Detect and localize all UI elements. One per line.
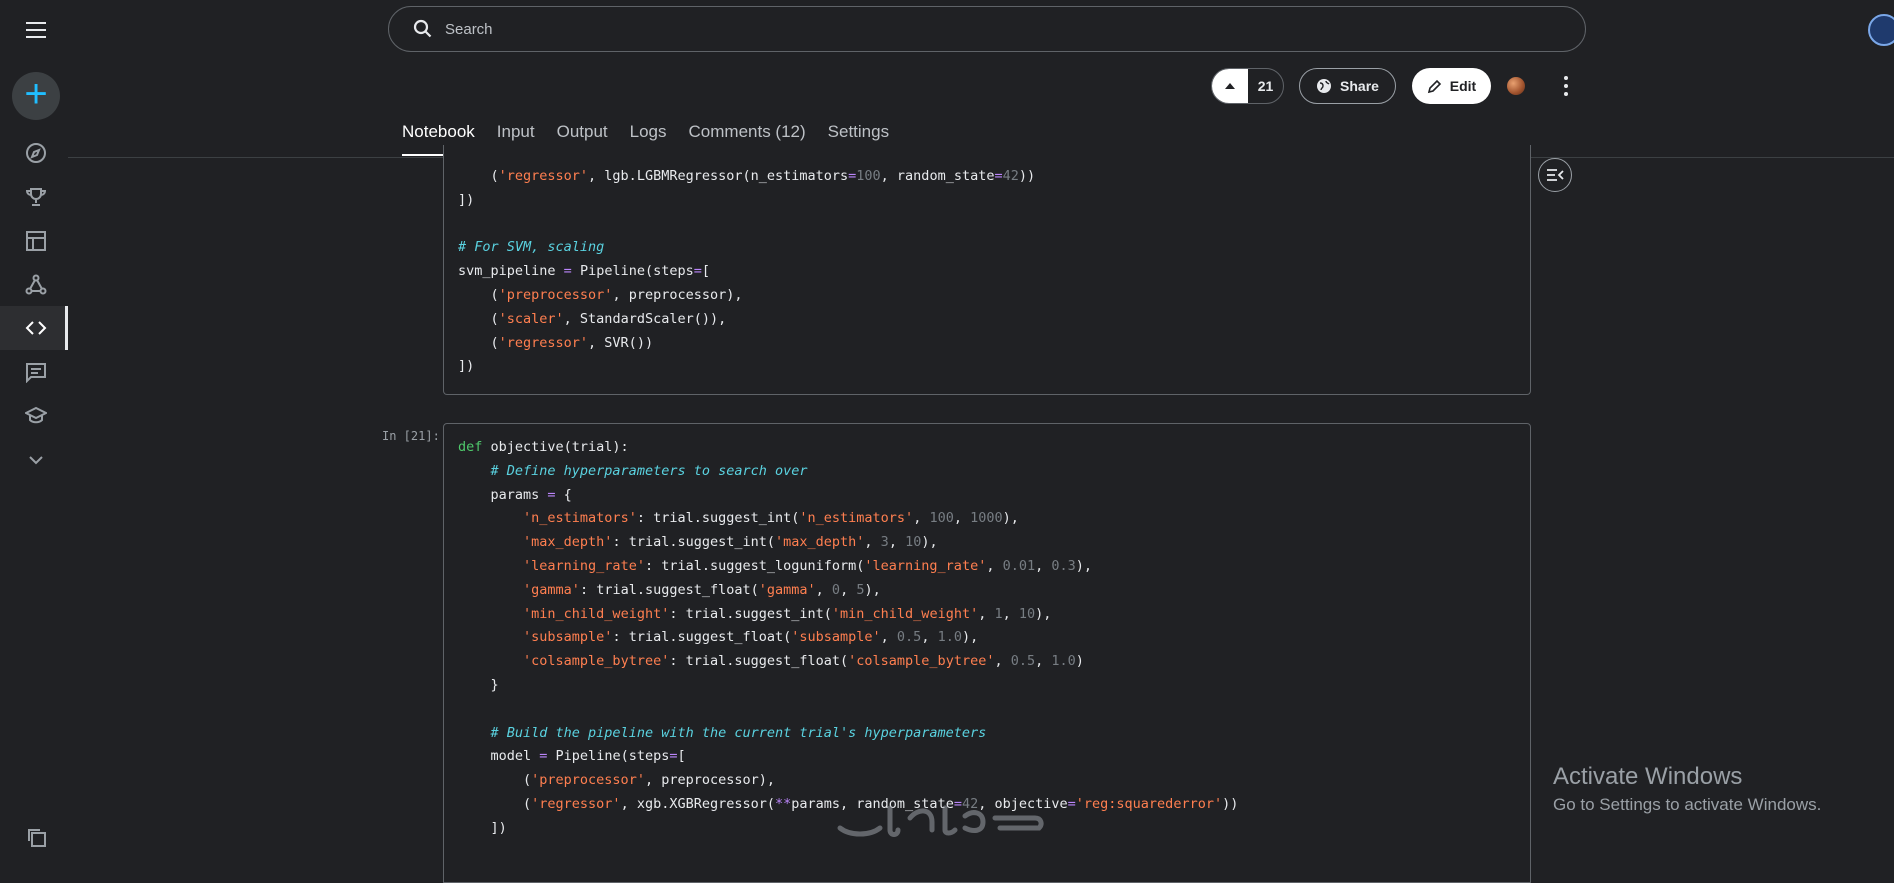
discussion-icon[interactable] [20, 356, 52, 388]
code-line: ('preprocessor', preprocessor), [458, 286, 743, 303]
code-cell[interactable]: ('regressor', lgb.LGBMRegressor(n_estima… [443, 145, 1531, 395]
search-bar[interactable]: Search [388, 6, 1586, 52]
user-avatar[interactable] [1868, 14, 1894, 46]
compass-icon[interactable] [20, 137, 52, 169]
left-sidebar: + [0, 0, 68, 859]
table-of-contents-button[interactable] [1538, 158, 1572, 192]
code-line: ('scaler', StandardScaler()), [458, 310, 727, 327]
watermark-title: Activate Windows [1553, 763, 1743, 790]
code-comment: # For SVM, scaling [458, 239, 605, 256]
code-line: svm_pipeline = Pipeline(steps=[ [458, 263, 711, 280]
code-block: def objective(trial): # Define hyperpara… [458, 439, 1239, 836]
code-icon[interactable] [20, 312, 52, 344]
chevron-down-icon[interactable] [20, 444, 52, 476]
search-input[interactable]: Search [445, 21, 493, 38]
globe-icon [1317, 79, 1332, 93]
edit-button[interactable]: Edit [1412, 68, 1491, 104]
models-icon[interactable] [20, 269, 52, 301]
more-options-icon[interactable] [1556, 76, 1576, 96]
code-line: ]) [458, 191, 475, 208]
upvote-button[interactable]: 21 [1211, 68, 1284, 104]
code-block: ('regressor', lgb.LGBMRegressor(n_estima… [458, 165, 1035, 379]
learn-icon[interactable] [20, 400, 52, 432]
upvote-arrow-icon[interactable] [1212, 69, 1248, 103]
code-line: ('regressor', SVR()) [458, 334, 654, 351]
table-icon[interactable] [20, 225, 52, 257]
author-avatar[interactable] [1507, 77, 1525, 95]
trophy-icon[interactable] [20, 181, 52, 213]
plus-icon: + [24, 72, 48, 116]
share-button[interactable]: Share [1299, 68, 1396, 104]
watermark-logo [837, 805, 1044, 837]
share-label: Share [1340, 78, 1379, 94]
pencil-icon [1427, 79, 1441, 93]
edit-label: Edit [1449, 78, 1477, 94]
copy-icon[interactable] [20, 821, 52, 853]
code-line: ]) [458, 358, 475, 375]
watermark-subtitle: Go to Settings to activate Windows. [1553, 795, 1822, 814]
menu-icon[interactable] [20, 14, 52, 46]
cell-prompt: In [21]: [382, 429, 440, 443]
code-line: ('regressor', lgb.LGBMRegressor(n_estima… [458, 168, 1036, 184]
windows-activation-watermark: Activate Windows Go to Settings to activ… [1553, 763, 1821, 815]
vote-count: 21 [1257, 78, 1274, 94]
active-item-indicator [65, 306, 68, 350]
toc-icon [1547, 169, 1564, 181]
search-icon [413, 19, 432, 38]
create-button[interactable]: + [12, 72, 60, 120]
